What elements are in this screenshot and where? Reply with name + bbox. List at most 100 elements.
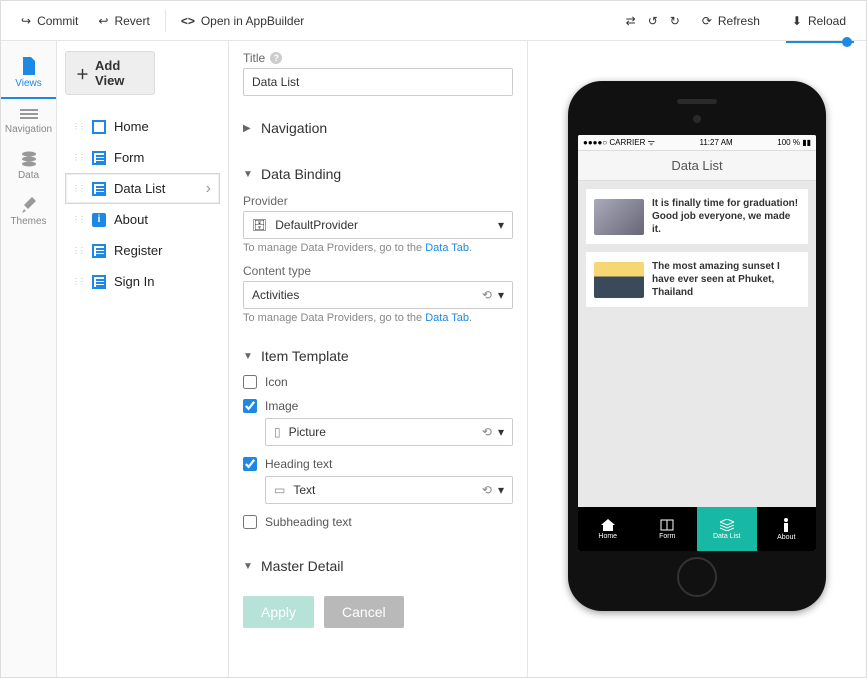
rail-navigation[interactable]: Navigation bbox=[1, 99, 56, 143]
rail-views[interactable]: Views bbox=[1, 49, 56, 99]
form-icon bbox=[92, 275, 106, 289]
collapse-icon: ▶ bbox=[243, 123, 253, 134]
thumbnail-image bbox=[594, 262, 644, 298]
database-icon: 🗄 bbox=[252, 218, 267, 232]
rail-data[interactable]: Data bbox=[1, 143, 56, 189]
undo-icon[interactable]: ↺ bbox=[648, 14, 658, 28]
tab-datalist[interactable]: Data List bbox=[697, 507, 757, 551]
icon-checkbox[interactable]: Icon bbox=[243, 370, 513, 394]
refresh-button[interactable]: ⟳Refresh bbox=[692, 14, 770, 28]
tab-about[interactable]: About bbox=[757, 507, 817, 551]
battery-label: 100 % ▮▮ bbox=[777, 138, 811, 147]
clock-label: 11:27 AM bbox=[700, 138, 733, 147]
zoom-slider-knob[interactable] bbox=[842, 37, 852, 47]
book-icon bbox=[660, 519, 674, 531]
views-pane: ＋Add View ⋮⋮Home ⋮⋮Form ⋮⋮Data List ⋮⋮iA… bbox=[57, 41, 229, 677]
drag-handle-icon[interactable]: ⋮⋮ bbox=[72, 218, 84, 222]
data-binding-section-header[interactable]: ▼Data Binding bbox=[243, 160, 513, 188]
phone-camera bbox=[693, 115, 701, 123]
list-icon bbox=[92, 182, 106, 196]
file-icon bbox=[21, 57, 37, 75]
stack-icon bbox=[720, 519, 734, 531]
image-field-dropdown[interactable]: ▯Picture ⟲▾ bbox=[265, 418, 513, 446]
view-item-about[interactable]: ⋮⋮iAbout bbox=[65, 204, 220, 235]
plus-icon: ＋ bbox=[76, 64, 89, 83]
commit-button[interactable]: ↪Commit bbox=[11, 1, 88, 40]
item-heading: It is finally time for graduation! Good … bbox=[652, 197, 800, 236]
data-tab-link[interactable]: Data Tab bbox=[425, 312, 469, 324]
content-type-dropdown[interactable]: Activities ⟲▾ bbox=[243, 281, 513, 309]
view-item-home[interactable]: ⋮⋮Home bbox=[65, 111, 220, 142]
drag-handle-icon[interactable]: ⋮⋮ bbox=[72, 280, 84, 284]
item-heading: The most amazing sunset I have ever seen… bbox=[652, 260, 800, 299]
drag-handle-icon[interactable]: ⋮⋮ bbox=[72, 125, 84, 129]
preview-navbar: Data List bbox=[578, 151, 816, 181]
refresh-icon[interactable]: ⟲ bbox=[482, 425, 492, 439]
navigation-section-header[interactable]: ▶Navigation bbox=[243, 114, 513, 142]
carrier-label: ●●●●○ CARRIER ᯤ bbox=[583, 137, 655, 148]
apply-button[interactable]: Apply bbox=[243, 596, 314, 628]
side-rail: Views Navigation Data Themes bbox=[1, 41, 57, 677]
subheading-checkbox[interactable]: Subheading text bbox=[243, 510, 513, 534]
view-item-form[interactable]: ⋮⋮Form bbox=[65, 142, 220, 173]
reload-button[interactable]: ⬇Reload bbox=[782, 14, 856, 28]
text-icon: ▭ bbox=[274, 483, 285, 497]
status-bar: ●●●●○ CARRIER ᯤ 11:27 AM 100 % ▮▮ bbox=[578, 135, 816, 151]
info-icon: i bbox=[92, 213, 106, 227]
heading-field-dropdown[interactable]: ▭Text ⟲▾ bbox=[265, 476, 513, 504]
tab-form[interactable]: Form bbox=[638, 507, 698, 551]
thumbnail-image bbox=[594, 199, 644, 235]
provider-label: Provider bbox=[243, 194, 513, 208]
open-appbuilder-button[interactable]: <>Open in AppBuilder bbox=[171, 1, 314, 40]
form-icon bbox=[92, 244, 106, 258]
title-label: Title? bbox=[243, 51, 513, 65]
tab-home[interactable]: Home bbox=[578, 507, 638, 551]
preview-pane: ●●●●○ CARRIER ᯤ 11:27 AM 100 % ▮▮ Data L… bbox=[528, 41, 866, 677]
brush-icon bbox=[22, 197, 36, 213]
data-tab-link[interactable]: Data Tab bbox=[425, 242, 469, 254]
preview-content: It is finally time for graduation! Good … bbox=[578, 181, 816, 507]
file-icon: ▯ bbox=[274, 425, 281, 439]
revert-button[interactable]: ↩Revert bbox=[88, 1, 159, 40]
download-icon: ⬇ bbox=[792, 14, 802, 28]
help-icon[interactable]: ? bbox=[270, 52, 282, 64]
add-view-button[interactable]: ＋Add View bbox=[65, 51, 155, 95]
refresh-icon[interactable]: ⟲ bbox=[482, 288, 492, 302]
redo-icon[interactable]: ↻ bbox=[670, 14, 680, 28]
content-type-hint: To manage Data Providers, go to the Data… bbox=[243, 312, 513, 324]
info-icon bbox=[782, 518, 790, 532]
drag-handle-icon[interactable]: ⋮⋮ bbox=[72, 249, 84, 253]
home-icon bbox=[601, 519, 615, 531]
drag-handle-icon[interactable]: ⋮⋮ bbox=[72, 187, 84, 191]
views-list: ⋮⋮Home ⋮⋮Form ⋮⋮Data List ⋮⋮iAbout ⋮⋮Reg… bbox=[65, 111, 220, 297]
cancel-button[interactable]: Cancel bbox=[324, 596, 404, 628]
refresh-icon[interactable]: ⟲ bbox=[482, 483, 492, 497]
view-item-signin[interactable]: ⋮⋮Sign In bbox=[65, 266, 220, 297]
expand-icon: ▼ bbox=[243, 169, 253, 180]
master-detail-section-header[interactable]: ▼Master Detail bbox=[243, 552, 513, 580]
image-checkbox[interactable]: Image bbox=[243, 394, 513, 418]
provider-dropdown[interactable]: 🗄DefaultProvider ▾ bbox=[243, 211, 513, 239]
chevron-down-icon: ▾ bbox=[498, 218, 504, 232]
topbar: ↪Commit ↩Revert <>Open in AppBuilder ⇄ ↺… bbox=[1, 1, 866, 41]
commit-icon: ↪ bbox=[21, 14, 31, 28]
drag-handle-icon[interactable]: ⋮⋮ bbox=[72, 156, 84, 160]
title-input[interactable] bbox=[243, 68, 513, 96]
code-icon: <> bbox=[181, 14, 195, 28]
phone-frame: ●●●●○ CARRIER ᯤ 11:27 AM 100 % ▮▮ Data L… bbox=[568, 81, 826, 611]
refresh-icon: ⟳ bbox=[702, 14, 712, 28]
wifi-icon: ᯤ bbox=[648, 138, 655, 147]
square-icon bbox=[92, 120, 106, 134]
rail-themes[interactable]: Themes bbox=[1, 189, 56, 235]
chevron-down-icon: ▾ bbox=[498, 288, 504, 302]
expand-icon: ▼ bbox=[243, 351, 253, 362]
swap-icon[interactable]: ⇄ bbox=[626, 14, 636, 28]
properties-pane: Title? ▶Navigation ▼Data Binding Provide… bbox=[229, 41, 528, 677]
list-item[interactable]: The most amazing sunset I have ever seen… bbox=[586, 252, 808, 307]
main: Views Navigation Data Themes ＋Add View ⋮… bbox=[1, 41, 866, 677]
view-item-datalist[interactable]: ⋮⋮Data List bbox=[65, 173, 220, 204]
item-template-section-header[interactable]: ▼Item Template bbox=[243, 342, 513, 370]
list-item[interactable]: It is finally time for graduation! Good … bbox=[586, 189, 808, 244]
heading-checkbox[interactable]: Heading text bbox=[243, 452, 513, 476]
view-item-register[interactable]: ⋮⋮Register bbox=[65, 235, 220, 266]
